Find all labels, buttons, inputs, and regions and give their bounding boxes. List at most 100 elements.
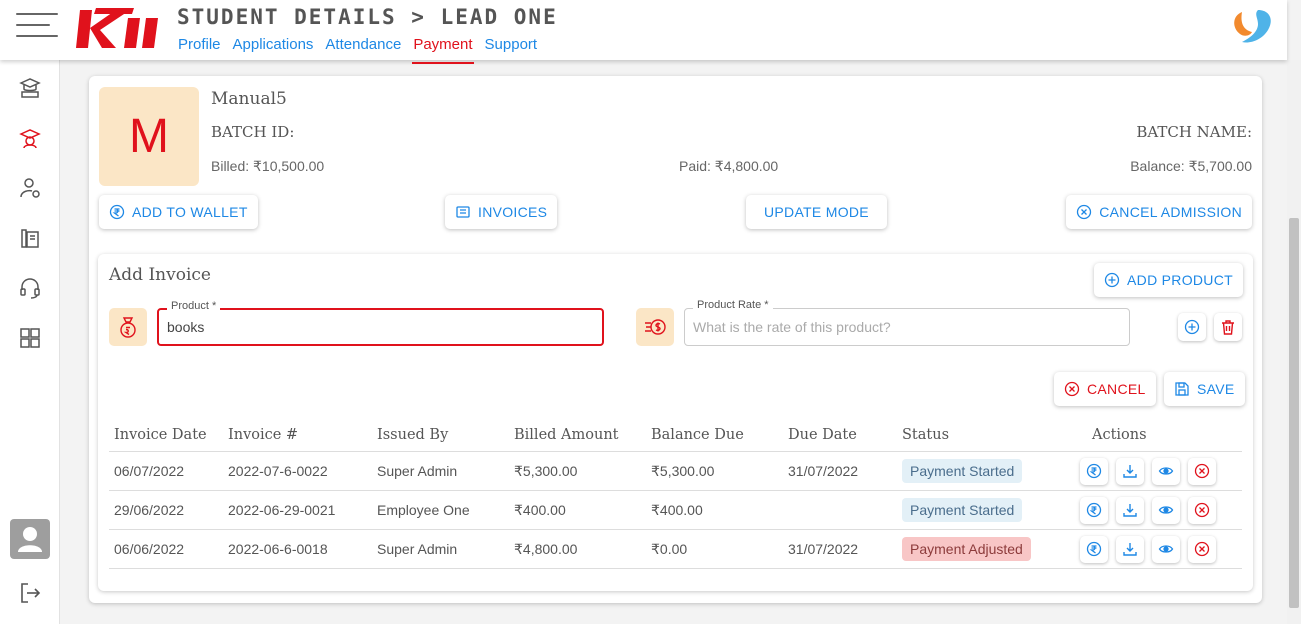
cancel-invoice-button[interactable]	[1188, 535, 1216, 563]
cancel-invoice-button[interactable]	[1188, 457, 1216, 485]
status-badge: Payment Adjusted	[902, 537, 1031, 561]
download-button[interactable]	[1116, 535, 1144, 563]
user-manage-icon[interactable]	[18, 176, 42, 200]
cell-balance-due: ₹5,300.00	[651, 462, 715, 479]
download-button[interactable]	[1116, 457, 1144, 485]
rupee-circle-icon	[1086, 541, 1102, 557]
product-rate-label: Product Rate *	[693, 299, 773, 311]
header-issued-by: Issued By	[377, 426, 449, 443]
user-avatar-icon[interactable]	[10, 519, 50, 559]
cell-invoice-date: 29/06/2022	[114, 502, 185, 518]
logout-icon[interactable]	[18, 581, 42, 605]
update-mode-button[interactable]: UPDATE MODE	[746, 195, 887, 229]
pay-button[interactable]	[1080, 457, 1108, 485]
dashboard-grid-icon[interactable]	[18, 326, 42, 350]
cell-issued-by: Super Admin	[377, 541, 458, 557]
add-to-wallet-label: ADD TO WALLET	[132, 204, 248, 220]
download-button[interactable]	[1116, 496, 1144, 524]
pay-button[interactable]	[1080, 535, 1108, 563]
trash-icon	[1222, 320, 1234, 335]
cancel-button[interactable]: CANCEL	[1054, 372, 1156, 406]
row-actions	[1077, 535, 1242, 563]
cell-balance-due: ₹0.00	[651, 540, 688, 557]
tab-support[interactable]: Support	[484, 36, 539, 64]
student-name: Manual5	[211, 89, 287, 109]
tab-attendance[interactable]: Attendance	[324, 36, 402, 64]
tab-profile[interactable]: Profile	[177, 36, 222, 64]
rupee-circle-icon	[109, 204, 125, 220]
paid-amount: Paid: ₹4,800.00	[679, 158, 779, 174]
cell-issued-by: Employee One	[377, 502, 470, 518]
add-invoice-title: Add Invoice	[109, 265, 211, 285]
table-row: 06/06/2022 2022-06-6-0018 Super Admin ₹4…	[109, 530, 1242, 569]
headset-icon[interactable]	[18, 276, 42, 300]
top-bar: STUDENT DETAILS > LEAD ONE Profile Appli…	[0, 0, 1287, 64]
cancel-admission-button[interactable]: CANCEL ADMISSION	[1066, 195, 1252, 229]
product-rate-field[interactable]: Product Rate *	[684, 299, 1130, 346]
courses-icon[interactable]	[18, 76, 42, 100]
save-label: SAVE	[1197, 381, 1235, 397]
header-invoice-number: Invoice #	[228, 426, 299, 443]
row-actions	[1077, 457, 1242, 485]
view-button[interactable]	[1152, 457, 1180, 485]
page-scrollbar[interactable]	[1287, 60, 1301, 624]
cell-billed-amount: ₹5,300.00	[514, 462, 578, 479]
eye-icon	[1158, 467, 1174, 475]
table-row: 29/06/2022 2022-06-29-0021 Employee One …	[109, 491, 1242, 530]
plus-circle-icon	[1104, 272, 1120, 288]
eye-icon	[1158, 545, 1174, 553]
tab-payment[interactable]: Payment	[412, 36, 474, 64]
header-actions: Actions	[1092, 426, 1147, 443]
books-icon[interactable]	[18, 226, 42, 250]
balance-amount: Balance: ₹5,700.00	[1130, 158, 1252, 174]
cell-due-date: 31/07/2022	[788, 463, 859, 479]
view-button[interactable]	[1152, 496, 1180, 524]
menu-icon[interactable]	[16, 13, 58, 37]
pay-button[interactable]	[1080, 496, 1108, 524]
student-icon[interactable]	[18, 126, 42, 150]
student-payment-card: M Manual5 BATCH ID: BATCH NAME: Billed: …	[89, 76, 1262, 603]
cell-invoice-number: 2022-06-6-0018	[228, 541, 328, 557]
add-product-button[interactable]: ADD PRODUCT	[1094, 263, 1243, 297]
page-title: STUDENT DETAILS > LEAD ONE	[177, 5, 558, 29]
cell-invoice-number: 2022-06-29-0021	[228, 502, 336, 518]
save-icon	[1174, 381, 1190, 397]
save-button[interactable]: SAVE	[1164, 372, 1245, 406]
money-bag-icon	[109, 308, 147, 346]
product-input[interactable]	[159, 310, 602, 344]
kii-logo	[76, 8, 158, 48]
add-row-button[interactable]	[1178, 313, 1206, 341]
cell-invoice-number: 2022-07-6-0022	[228, 463, 328, 479]
table-row: 06/07/2022 2022-07-6-0022 Super Admin ₹5…	[109, 452, 1242, 491]
product-rate-input[interactable]	[685, 309, 1129, 345]
tab-bar: Profile Applications Attendance Payment …	[177, 36, 548, 64]
status-badge: Payment Started	[902, 459, 1023, 483]
close-circle-icon	[1194, 502, 1210, 518]
invoice-table: Invoice Date Invoice # Issued By Billed …	[109, 418, 1242, 569]
header-invoice-date: Invoice Date	[114, 426, 207, 443]
invoices-button[interactable]: INVOICES	[445, 195, 558, 229]
invoices-label: INVOICES	[478, 204, 548, 220]
view-button[interactable]	[1152, 535, 1180, 563]
table-header: Invoice Date Invoice # Issued By Billed …	[109, 418, 1242, 452]
download-icon	[1123, 504, 1137, 517]
close-circle-icon	[1064, 381, 1080, 397]
cancel-admission-label: CANCEL ADMISSION	[1099, 204, 1242, 220]
rupee-circle-icon	[1086, 502, 1102, 518]
download-icon	[1123, 543, 1137, 556]
close-circle-icon	[1194, 463, 1210, 479]
cancel-invoice-button[interactable]	[1188, 496, 1216, 524]
header-due-date: Due Date	[788, 426, 857, 443]
cell-balance-due: ₹400.00	[651, 501, 703, 518]
product-field[interactable]: Product *	[157, 300, 604, 346]
cancel-label: CANCEL	[1087, 381, 1146, 397]
product-label: Product *	[167, 300, 221, 312]
tab-applications[interactable]: Applications	[232, 36, 315, 64]
scrollbar-thumb[interactable]	[1289, 218, 1299, 608]
cell-invoice-date: 06/06/2022	[114, 541, 185, 557]
student-avatar: M	[99, 87, 199, 186]
add-to-wallet-button[interactable]: ADD TO WALLET	[99, 195, 258, 229]
delete-row-button[interactable]	[1214, 313, 1242, 341]
header-balance-due: Balance Due	[651, 426, 744, 443]
batch-id-label: BATCH ID:	[211, 123, 295, 141]
